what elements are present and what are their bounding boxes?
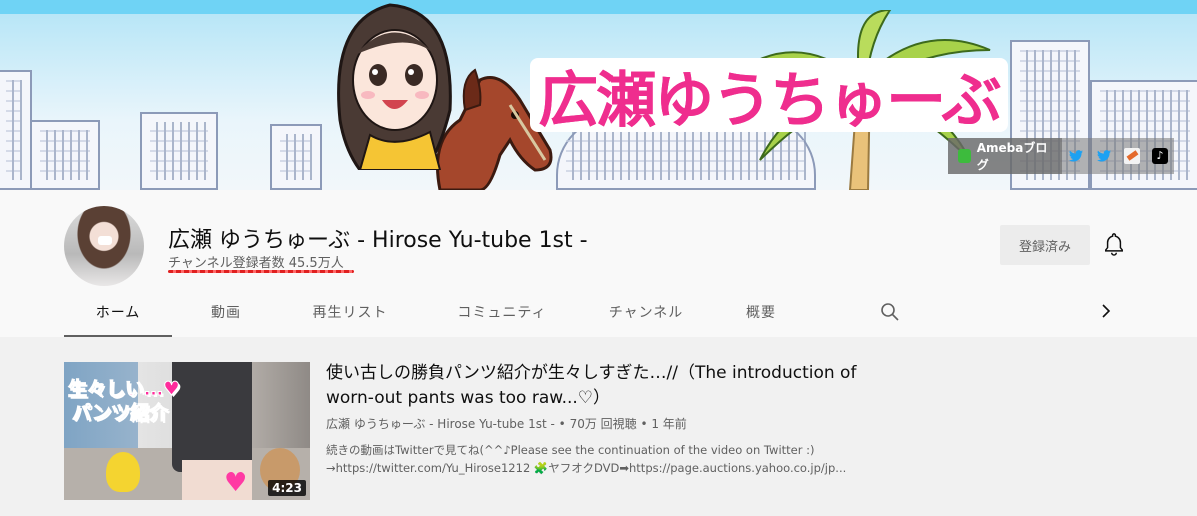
chevron-right-icon[interactable]	[1095, 300, 1117, 322]
channel-tabs: ホーム 動画 再生リスト コミュニティ チャンネル 概要	[64, 286, 1134, 337]
tab-home[interactable]: ホーム	[64, 286, 172, 337]
tiktok-icon: ♪	[1152, 148, 1168, 164]
featured-video-description: 続きの動画はTwitterで見てね(^^♪Please see the cont…	[326, 441, 866, 477]
tab-playlists[interactable]: 再生リスト	[280, 286, 420, 337]
tab-community[interactable]: コミュニティ	[420, 286, 584, 337]
tab-videos[interactable]: 動画	[172, 286, 280, 337]
subscribed-button[interactable]: 登録済み	[1000, 225, 1090, 265]
channel-header: 広瀬 ゆうちゅーぶ - Hirose Yu-tube 1st - チャンネル登録…	[0, 190, 1197, 337]
channel-name: 広瀬 ゆうちゅーぶ - Hirose Yu-tube 1st -	[168, 228, 588, 253]
channel-avatar[interactable]	[64, 206, 144, 286]
banner-title: 広瀬ゆうちゅーぶ	[530, 58, 1008, 132]
twitter-link[interactable]	[1062, 138, 1090, 174]
ameba-icon	[958, 149, 971, 163]
bell-icon[interactable]	[1103, 232, 1125, 256]
ameba-blog-label: Amebaブログ	[976, 141, 1048, 172]
yahoo-auction-link[interactable]	[1118, 138, 1146, 174]
banner-building	[30, 120, 100, 190]
banner-building	[0, 70, 32, 190]
channel-banner: 広瀬ゆうちゅーぶ Amebaブログ ♪	[0, 0, 1197, 190]
banner-building	[270, 124, 322, 190]
twitter-icon	[1097, 150, 1111, 162]
home-content: ♥ 生々しい…♥ パンツ紹介 4:23 使い古しの勝負パンツ紹介が生々しすぎた……	[0, 337, 1197, 516]
thumbnail-caption-2: パンツ紹介	[72, 402, 169, 425]
tiktok-link[interactable]: ♪	[1146, 138, 1174, 174]
twitter-icon	[1069, 150, 1083, 162]
featured-video-thumbnail[interactable]: ♥ 生々しい…♥ パンツ紹介 4:23	[64, 362, 310, 500]
banner-building	[140, 112, 218, 190]
search-icon	[881, 302, 899, 321]
girl-illustration	[337, 3, 452, 170]
thumbnail-figure	[172, 362, 252, 472]
description-line[interactable]: →https://twitter.com/Yu_Hirose1212 🧩ヤフオク…	[326, 459, 866, 477]
channel-search-button[interactable]	[870, 286, 910, 337]
description-line: 続きの動画はTwitterで見てね(^^♪Please see the cont…	[326, 443, 815, 457]
featured-video-title[interactable]: 使い古しの勝負パンツ紹介が生々しすぎた…//（The introduction …	[326, 361, 886, 411]
ameba-blog-link[interactable]: Amebaブログ	[948, 138, 1062, 174]
tab-channels[interactable]: チャンネル	[584, 286, 708, 337]
thumbnail-plush-yellow	[106, 452, 140, 492]
heart-icon: ♥	[224, 468, 248, 498]
tab-about[interactable]: 概要	[708, 286, 814, 337]
twitter-link[interactable]	[1090, 138, 1118, 174]
featured-video-meta: 広瀬 ゆうちゅーぶ - Hirose Yu-tube 1st - • 70万 回…	[326, 417, 687, 431]
thumbnail-caption-1: 生々しい…♥	[67, 378, 181, 401]
yahoo-auction-icon	[1124, 148, 1140, 164]
banner-links: Amebaブログ ♪	[948, 138, 1174, 174]
video-duration: 4:23	[268, 480, 306, 496]
subscriber-count: チャンネル登録者数 45.5万人	[168, 256, 344, 271]
annotation-underline	[168, 270, 354, 273]
